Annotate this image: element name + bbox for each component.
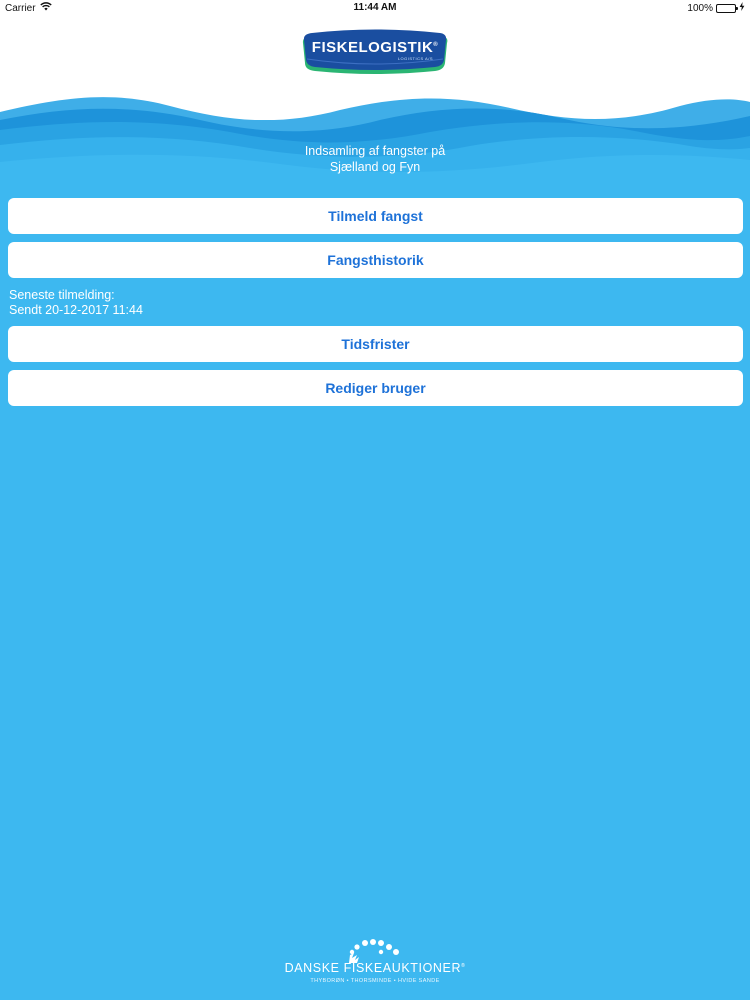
latest-submission-label: Seneste tilmelding: — [9, 288, 115, 302]
edit-user-button[interactable]: Rediger bruger — [8, 370, 743, 406]
battery-icon — [716, 3, 738, 13]
footer-brand: DANSKE FISKEAUKTIONER — [284, 961, 462, 975]
logo-text: FISKELOGISTIK — [311, 39, 434, 56]
catch-history-button[interactable]: Fangsthistorik — [8, 242, 743, 278]
battery-percent: 100% — [687, 2, 713, 14]
latest-submission: Seneste tilmelding: Sendt 20-12-2017 11:… — [9, 288, 143, 318]
subtitle-line-1: Indsamling af fangster på — [304, 144, 446, 158]
app-subtitle: Indsamling af fangster på Sjælland og Fy… — [0, 143, 750, 175]
footer-registered: ® — [461, 962, 466, 969]
subtitle-line-2: Sjælland og Fyn — [329, 160, 421, 174]
logo-registered: ® — [433, 42, 439, 48]
deadlines-button[interactable]: Tidsfrister — [8, 326, 743, 362]
fiskelogistik-logo: FISKELOGISTIK® LOGISTICS A/S — [301, 29, 449, 74]
charging-icon — [739, 2, 745, 14]
footer-towns: THYBORØN • THORSMINDE • HVIDE SANDE — [310, 978, 440, 984]
latest-submission-value: Sendt 20-12-2017 11:44 — [9, 303, 143, 317]
logo-subtext: LOGISTICS A/S — [397, 56, 433, 61]
status-time: 11:44 AM — [353, 2, 397, 13]
status-bar: Carrier 11:44 AM 100% — [0, 0, 750, 16]
register-catch-button[interactable]: Tilmeld fangst — [8, 198, 743, 234]
status-right: 100% — [687, 2, 745, 14]
danske-fiskeauktioner-logo: DANSKE FISKEAUKTIONER® THYBORØN • THORSM… — [276, 938, 474, 992]
